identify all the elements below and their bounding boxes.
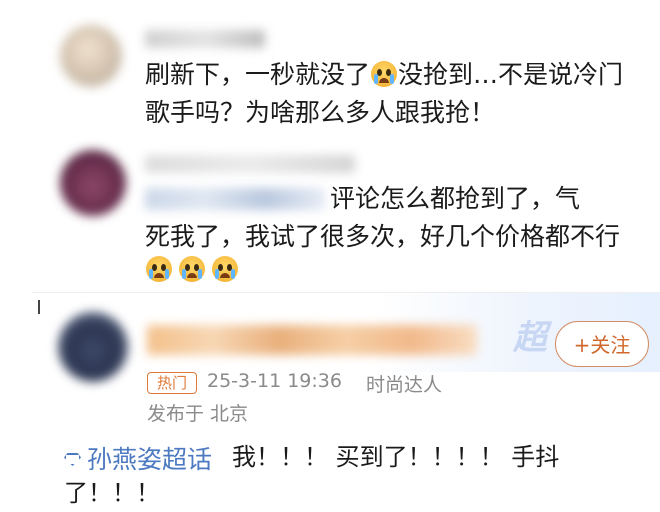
supertopic-link[interactable]: 孙燕姿超话	[64, 440, 212, 476]
supertopic-logo-icon: 超	[513, 318, 547, 358]
post-location: 发布于 北京	[147, 403, 249, 425]
crying-face-icon	[371, 61, 398, 87]
username-redacted[interactable]	[145, 30, 265, 48]
avatar[interactable]	[60, 25, 122, 87]
emoji-row	[145, 256, 239, 282]
diamond-icon	[64, 453, 81, 466]
post-text: 我！！！ 买到了！！！！ 手抖	[232, 443, 560, 471]
crying-face-icon	[212, 256, 239, 282]
hot-badge: 热门	[147, 372, 197, 394]
crying-face-icon	[179, 256, 206, 282]
corner-mark	[38, 300, 40, 314]
post-text: 了！！！	[64, 479, 160, 507]
user-role: 时尚达人	[366, 374, 443, 396]
username-redacted[interactable]	[145, 155, 355, 173]
mention-redacted[interactable]	[145, 188, 325, 210]
divider	[32, 292, 660, 293]
username-redacted[interactable]	[147, 325, 477, 355]
avatar[interactable]	[60, 150, 126, 216]
timestamp: 25-3-11 19:36	[207, 370, 342, 392]
comment-text: 刷新下，一秒就没了 没抢到…不是说冷门 歌手吗？为啥那么多人跟我抢！	[145, 60, 624, 127]
follow-button[interactable]: +关注	[555, 321, 649, 367]
comment-text: 死我了，我试了很多次，好几个价格都不行	[145, 222, 621, 251]
avatar[interactable]	[58, 312, 128, 382]
comment-text: 评论怎么都抢到了，气	[330, 184, 581, 213]
crying-face-icon	[146, 256, 172, 282]
